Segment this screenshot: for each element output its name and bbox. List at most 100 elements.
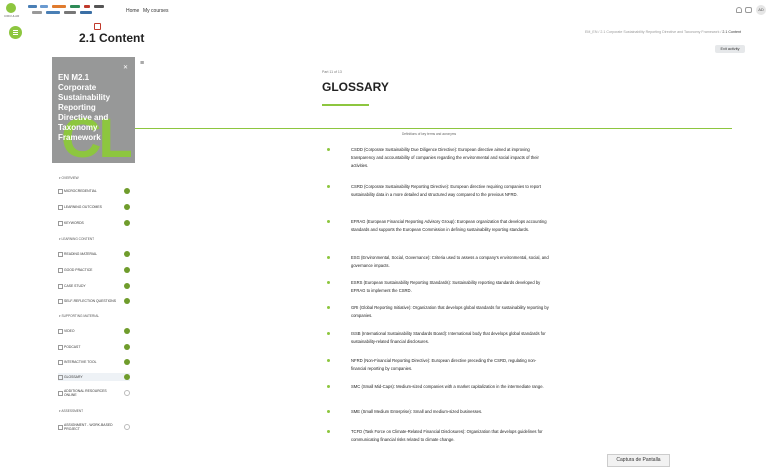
glossary-entry-text: CSRD (Corporate Sustainability Reporting… bbox=[351, 184, 541, 197]
tool-icon bbox=[58, 360, 63, 365]
index-item-keywords[interactable]: KEYWORDS bbox=[58, 219, 130, 227]
bullet-icon bbox=[327, 281, 330, 284]
index-item-label: CASE STUDY bbox=[64, 283, 86, 288]
index-item-video[interactable]: VIDEO bbox=[58, 327, 130, 335]
completion-check-icon bbox=[124, 374, 130, 380]
completion-check-icon bbox=[124, 251, 130, 257]
index-item-label: GLOSSARY bbox=[64, 374, 83, 379]
part-label: Part 11 of 13 bbox=[322, 70, 342, 74]
index-item-label: INTERACTIVE TOOL bbox=[64, 359, 97, 364]
glossary-caption: Definitions of key terms and acronyms bbox=[402, 132, 457, 136]
page-icon bbox=[58, 189, 63, 194]
bullet-icon bbox=[327, 410, 330, 413]
completion-check-icon bbox=[124, 188, 130, 194]
completion-empty-icon bbox=[124, 390, 130, 396]
bullet-icon bbox=[327, 185, 330, 188]
section-overview[interactable]: ▾ OVERVIEW bbox=[59, 176, 79, 180]
index-item-additional-resources[interactable]: ADDITIONAL RESOURCES ONLINE bbox=[58, 389, 130, 399]
page-icon bbox=[58, 391, 63, 396]
notifications-bell-icon[interactable] bbox=[736, 7, 742, 13]
assignment-icon bbox=[58, 425, 63, 430]
index-item-label: VIDEO bbox=[64, 328, 75, 333]
heading-underline bbox=[322, 104, 369, 106]
breadcrumb-item[interactable]: EM_EN bbox=[585, 30, 597, 34]
section-supporting-material[interactable]: ▾ SUPPORTING MATERIAL bbox=[59, 314, 99, 318]
completion-check-icon bbox=[124, 298, 130, 304]
cover-title: EN M2.1 Corporate Sustainability Reporti… bbox=[58, 73, 111, 142]
index-item-label: ASSIGNMENT - WORK-BASED PROJECT bbox=[64, 423, 113, 431]
content-menu-icon[interactable]: ≡ bbox=[140, 60, 144, 67]
course-cover: CL EN M2.1 Corporate Sustainability Repo… bbox=[52, 57, 135, 163]
hamburger-line bbox=[13, 34, 18, 35]
partner-logo bbox=[70, 5, 80, 8]
glossary-entry-text: TCFD (Task Force on Climate-Related Fina… bbox=[351, 429, 543, 442]
partner-logo bbox=[80, 11, 92, 14]
partner-logo bbox=[32, 11, 42, 14]
partner-logos bbox=[28, 4, 110, 17]
section-learning-content[interactable]: ▾ LEARNING CONTENT bbox=[59, 237, 94, 241]
glossary-entry-text: EFRAG (European Financial Reporting Advi… bbox=[351, 219, 547, 232]
bullet-icon bbox=[327, 359, 330, 362]
close-index-icon[interactable]: ✕ bbox=[123, 64, 128, 71]
index-item-interactive-tool[interactable]: INTERACTIVE TOOL bbox=[58, 358, 130, 366]
partner-logo bbox=[84, 5, 90, 8]
page-title: 2.1 Content bbox=[79, 31, 145, 45]
completion-check-icon bbox=[124, 204, 130, 210]
index-item-self-reflection[interactable]: SELF-REFLECTION QUESTIONS bbox=[58, 297, 130, 305]
open-drawer-button[interactable] bbox=[9, 26, 22, 39]
activity-type-icon bbox=[94, 23, 101, 30]
breadcrumb-current: 2.1 Content bbox=[722, 30, 741, 34]
site-logo[interactable]: CIRCULAR bbox=[4, 3, 19, 18]
completion-check-icon bbox=[124, 283, 130, 289]
screenshot-label: Captura de Pantalla bbox=[607, 454, 670, 467]
course-index: CL EN M2.1 Corporate Sustainability Repo… bbox=[52, 52, 135, 467]
index-item-learning-outcomes[interactable]: LEARNING OUTCOMES bbox=[58, 203, 130, 211]
page-icon bbox=[58, 205, 63, 210]
glossary-entry-text: CSDD (Corporate Sustainability Due Dilig… bbox=[351, 147, 539, 168]
page-icon bbox=[58, 221, 63, 226]
bullet-icon bbox=[327, 430, 330, 433]
partner-logo bbox=[94, 5, 104, 8]
breadcrumb-item[interactable]: 2.1 Corporate Sustainability Reporting D… bbox=[600, 30, 719, 34]
exit-activity-button[interactable]: Exit activity bbox=[715, 45, 745, 53]
index-item-podcast[interactable]: PODCAST bbox=[58, 343, 130, 351]
section-divider bbox=[135, 128, 732, 129]
user-avatar[interactable]: AD bbox=[756, 5, 766, 15]
index-item-glossary[interactable]: GLOSSARY bbox=[58, 373, 130, 381]
bullet-icon bbox=[327, 385, 330, 388]
page-icon bbox=[58, 252, 63, 257]
partner-logo bbox=[46, 11, 60, 14]
index-item-microcredential[interactable]: MICROCREDENTIAL bbox=[58, 187, 130, 195]
partner-logo bbox=[40, 5, 48, 8]
section-assessment[interactable]: ▾ ASSESSMENT bbox=[59, 409, 83, 413]
index-item-label: READING MATERIAL bbox=[64, 251, 98, 256]
index-item-label: ADDITIONAL RESOURCES ONLINE bbox=[64, 389, 107, 397]
bullet-icon bbox=[327, 256, 330, 259]
index-item-assignment[interactable]: ASSIGNMENT - WORK-BASED PROJECT bbox=[58, 423, 130, 433]
logo-mark-icon bbox=[6, 3, 16, 13]
glossary-entry-text: SME (Small Medium Enterprise): Small and… bbox=[351, 409, 483, 414]
index-item-good-practice[interactable]: GOOD PRACTICE bbox=[58, 266, 130, 274]
index-item-reading-material[interactable]: READING MATERIAL bbox=[58, 250, 130, 258]
completion-empty-icon bbox=[124, 424, 130, 430]
partner-logo bbox=[52, 5, 66, 8]
messages-chat-icon[interactable] bbox=[745, 7, 752, 13]
glossary-heading: GLOSSARY bbox=[322, 80, 389, 94]
index-item-label: MICROCREDENTIAL bbox=[64, 188, 97, 193]
nav-my-courses-link[interactable]: My courses bbox=[143, 8, 169, 14]
glossary-entry-text: SMC (Small Mid-Caps): Medium-sized compa… bbox=[351, 384, 544, 389]
index-item-label: LEARNING OUTCOMES bbox=[64, 204, 102, 209]
bullet-icon bbox=[327, 332, 330, 335]
nav-home-link[interactable]: Home bbox=[126, 8, 139, 14]
partner-logo bbox=[28, 5, 37, 8]
page-icon bbox=[58, 268, 63, 273]
hamburger-line bbox=[13, 30, 18, 31]
bullet-icon bbox=[327, 220, 330, 223]
index-item-label: KEYWORDS bbox=[64, 220, 84, 225]
index-item-case-study[interactable]: CASE STUDY bbox=[58, 282, 130, 290]
index-item-label: PODCAST bbox=[64, 344, 81, 349]
page-icon bbox=[58, 299, 63, 304]
completion-check-icon bbox=[124, 359, 130, 365]
breadcrumb: EM_EN / 2.1 Corporate Sustainability Rep… bbox=[585, 30, 741, 34]
glossary-entry-text: ESG (Environmental, Social, Governance):… bbox=[351, 255, 549, 268]
